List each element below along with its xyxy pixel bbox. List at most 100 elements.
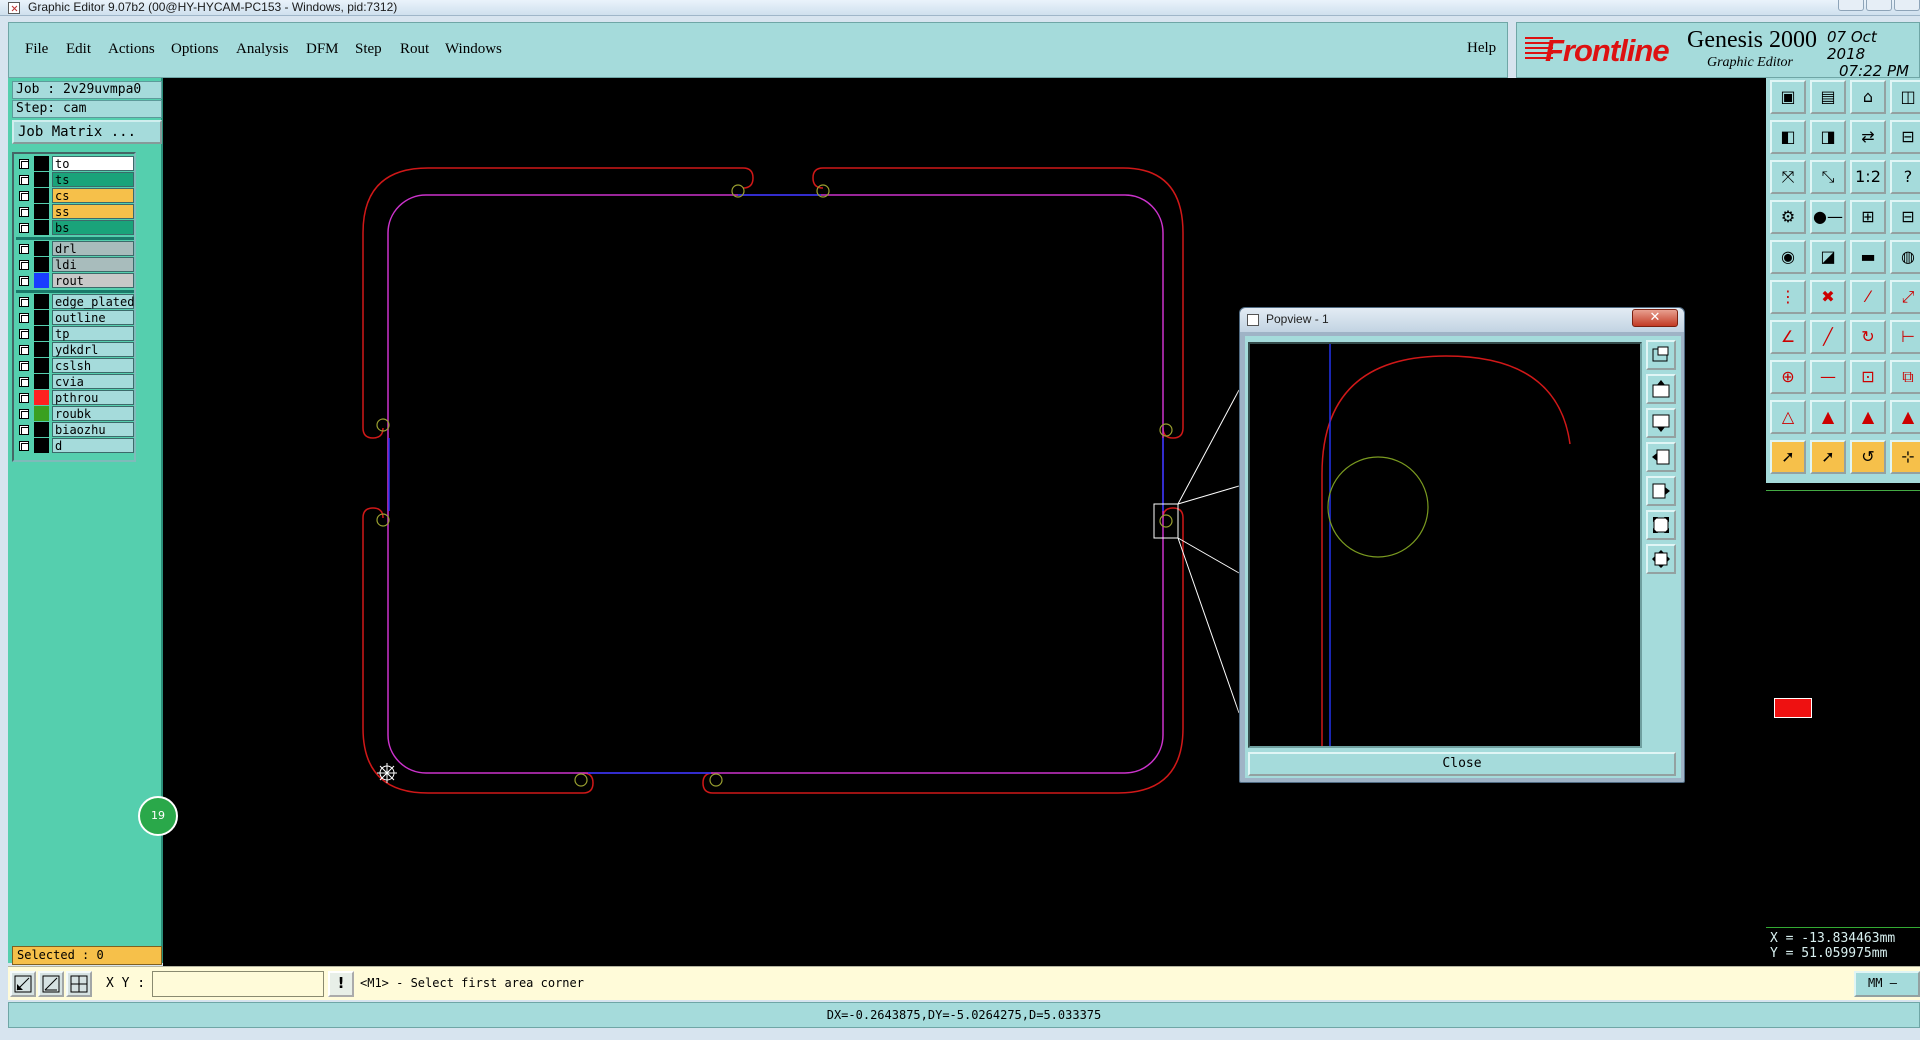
- layer-color-swatch[interactable]: [34, 241, 49, 256]
- status-badge[interactable]: 19: [138, 796, 178, 836]
- layer-row-tp[interactable]: tp: [16, 326, 134, 341]
- popview-zoom-in-icon[interactable]: [1646, 374, 1676, 404]
- triangle-icon[interactable]: △: [1770, 400, 1806, 434]
- arc-icon[interactable]: ↻: [1850, 320, 1886, 354]
- cross-icon[interactable]: ✖: [1810, 280, 1846, 314]
- unit-selector[interactable]: MM –: [1854, 971, 1920, 997]
- layer-checkbox[interactable]: [19, 393, 29, 403]
- popview-center-icon[interactable]: [1646, 544, 1676, 574]
- layer-name[interactable]: ldi: [52, 257, 134, 272]
- layer-color-swatch[interactable]: [34, 310, 49, 325]
- layer-name[interactable]: outline: [52, 310, 134, 325]
- tools-icon[interactable]: ⚙: [1770, 200, 1806, 234]
- layer-checkbox[interactable]: [19, 244, 29, 254]
- layer-name[interactable]: ydkdrl: [52, 342, 134, 357]
- layer-row-cs[interactable]: cs: [16, 188, 134, 203]
- minimize-button[interactable]: [1838, 0, 1864, 11]
- layer-row-ydkdrl[interactable]: ydkdrl: [16, 342, 134, 357]
- copy-icon[interactable]: ⧉: [1890, 360, 1920, 394]
- popview-fit-icon[interactable]: [1646, 340, 1676, 370]
- layer-checkbox[interactable]: [19, 175, 29, 185]
- window-close-button[interactable]: [1894, 0, 1920, 11]
- filter-icon[interactable]: ⊢: [1890, 320, 1920, 354]
- pad-icon[interactable]: ●—: [1810, 200, 1846, 234]
- layer-row-cslsh[interactable]: cslsh: [16, 358, 134, 373]
- layer-row-pthrou[interactable]: pthrou: [16, 390, 134, 405]
- menu-options[interactable]: Options: [171, 41, 219, 58]
- layer-checkbox[interactable]: [19, 297, 29, 307]
- save-job-icon[interactable]: ▤: [1810, 80, 1846, 114]
- layer-checkbox[interactable]: [19, 329, 29, 339]
- layer-name[interactable]: drl: [52, 241, 134, 256]
- layer-color-swatch[interactable]: [34, 220, 49, 235]
- layer-color-swatch[interactable]: [34, 358, 49, 373]
- layer-checkbox[interactable]: [19, 223, 29, 233]
- menu-dfm[interactable]: DFM: [306, 41, 339, 58]
- layer-checkbox[interactable]: [19, 409, 29, 419]
- layer-row-ldi[interactable]: ldi: [16, 257, 134, 272]
- resize-icon[interactable]: ⊡: [1850, 360, 1886, 394]
- layer-name[interactable]: tp: [52, 326, 134, 341]
- pointer-icon[interactable]: ➚: [1770, 440, 1806, 474]
- popview-pan-left-icon[interactable]: [1646, 442, 1676, 472]
- popview-viewport[interactable]: [1248, 342, 1642, 748]
- layer-checkbox[interactable]: [19, 361, 29, 371]
- layer-name[interactable]: pthrou: [52, 390, 134, 405]
- slash-icon[interactable]: ╱: [1810, 320, 1846, 354]
- layer-name[interactable]: cvia: [52, 374, 134, 389]
- layer-color-indicator[interactable]: [1774, 698, 1812, 718]
- layer-row-cvia[interactable]: cvia: [16, 374, 134, 389]
- menu-actions[interactable]: Actions: [108, 41, 155, 58]
- fit-all-icon[interactable]: ⤧: [1770, 160, 1806, 194]
- pointer-alt-icon[interactable]: ➚: [1810, 440, 1846, 474]
- layer-name[interactable]: rout: [52, 273, 134, 288]
- layer-color-swatch[interactable]: [34, 204, 49, 219]
- layer-row-to[interactable]: to: [16, 156, 134, 171]
- layer-color-swatch[interactable]: [34, 188, 49, 203]
- popview-close-button[interactable]: Close: [1248, 752, 1676, 776]
- menu-file[interactable]: File: [25, 41, 48, 58]
- popview-close-icon[interactable]: ✕: [1632, 309, 1678, 327]
- job-matrix-button[interactable]: Job Matrix ...: [12, 120, 162, 144]
- open-job-icon[interactable]: ▣: [1770, 80, 1806, 114]
- menu-help[interactable]: Help: [1467, 40, 1496, 57]
- windows-icon[interactable]: ◫: [1890, 80, 1920, 114]
- layer-name[interactable]: edge_plated: [52, 294, 134, 309]
- pad-dot-icon[interactable]: ◍: [1890, 240, 1920, 274]
- layer-row-d[interactable]: d: [16, 438, 134, 453]
- layer-color-swatch[interactable]: [34, 172, 49, 187]
- triangle-b-icon[interactable]: ▲: [1850, 400, 1886, 434]
- layer-checkbox[interactable]: [19, 207, 29, 217]
- home-icon[interactable]: ⌂: [1850, 80, 1886, 114]
- layer-checkbox[interactable]: [19, 276, 29, 286]
- layer-color-swatch[interactable]: [34, 422, 49, 437]
- menu-edit[interactable]: Edit: [66, 41, 91, 58]
- minus-icon[interactable]: —: [1810, 360, 1846, 394]
- warning-icon[interactable]: !: [328, 971, 354, 997]
- snap-mode-icon[interactable]: [10, 971, 36, 997]
- popview-zoom-out-icon[interactable]: [1646, 408, 1676, 438]
- layer-row-ss[interactable]: ss: [16, 204, 134, 219]
- layer-row-drl[interactable]: drl: [16, 241, 134, 256]
- measure-mode-icon[interactable]: [38, 971, 64, 997]
- stack-icon[interactable]: ⊟: [1890, 200, 1920, 234]
- help-icon[interactable]: ?: [1890, 160, 1920, 194]
- fit-profile-icon[interactable]: ⤡: [1810, 160, 1846, 194]
- layer-checkbox[interactable]: [19, 441, 29, 451]
- layer-row-edge_plated[interactable]: edge_plated: [16, 294, 134, 309]
- layer-color-swatch[interactable]: [34, 406, 49, 421]
- rotate-icon[interactable]: ↺: [1850, 440, 1886, 474]
- menu-windows[interactable]: Windows: [445, 41, 502, 58]
- triangle-c-icon[interactable]: ▲: [1890, 400, 1920, 434]
- layer-row-biaozhu[interactable]: biaozhu: [16, 422, 134, 437]
- layer-color-swatch[interactable]: [34, 342, 49, 357]
- layer-name[interactable]: cslsh: [52, 358, 134, 373]
- feature-select-icon[interactable]: ◉: [1770, 240, 1806, 274]
- layer-checkbox[interactable]: [19, 159, 29, 169]
- layer-name[interactable]: bs: [52, 220, 134, 235]
- layer-color-swatch[interactable]: [34, 326, 49, 341]
- menu-step[interactable]: Step: [355, 41, 382, 58]
- layer-row-outline[interactable]: outline: [16, 310, 134, 325]
- scale-icon[interactable]: 1:2: [1850, 160, 1886, 194]
- layer-color-swatch[interactable]: [34, 390, 49, 405]
